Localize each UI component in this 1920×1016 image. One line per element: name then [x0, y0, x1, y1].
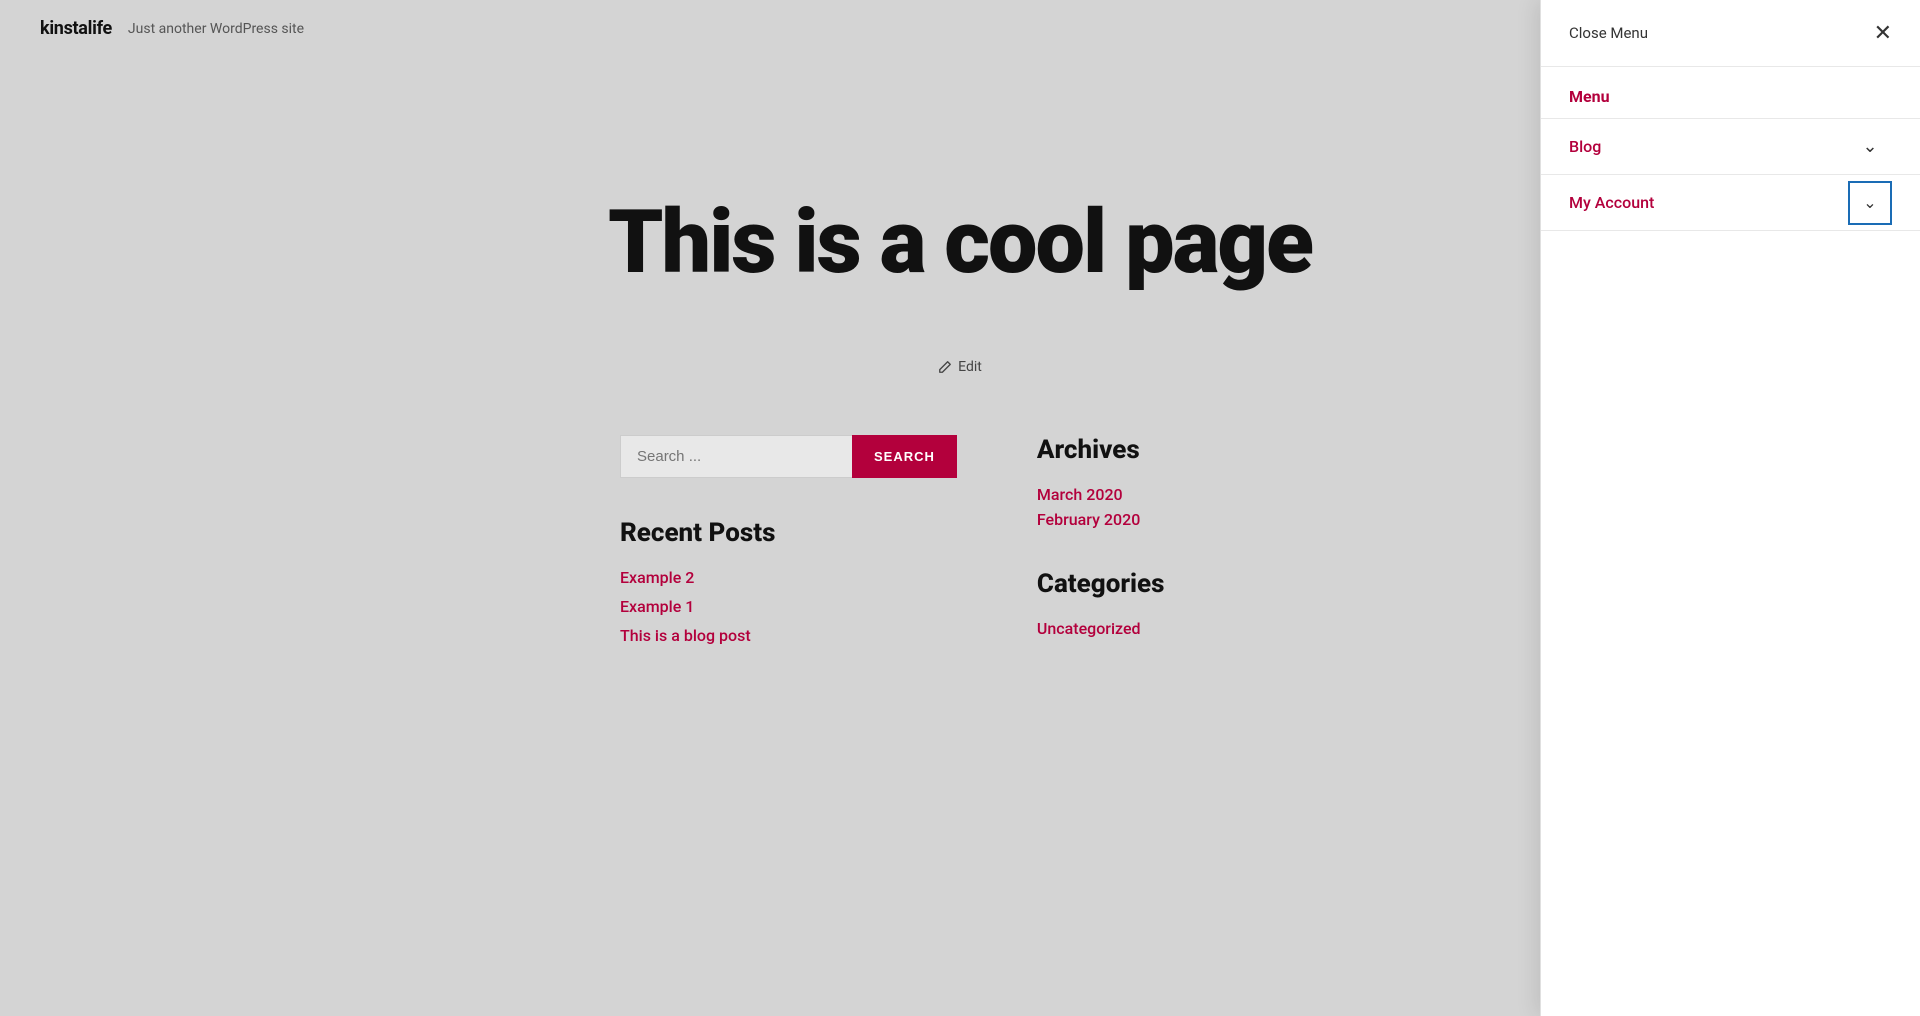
recent-post-link-2[interactable]: This is a blog post	[620, 626, 751, 645]
page-title-section: This is a cool page	[400, 137, 1520, 329]
category-link-0[interactable]: Uncategorized	[1037, 619, 1141, 638]
page-title: This is a cool page	[420, 197, 1500, 289]
edit-icon	[938, 360, 952, 374]
close-menu-label: Close Menu	[1569, 24, 1648, 42]
edit-link[interactable]: Edit	[400, 359, 1520, 375]
recent-post-link-0[interactable]: Example 2	[620, 568, 694, 587]
recent-posts-widget: Recent Posts Example 2 Example 1 This is…	[620, 518, 957, 645]
archives-list: March 2020 February 2020	[1037, 485, 1300, 529]
side-panel-blog-link[interactable]: Blog	[1569, 137, 1601, 156]
list-item: March 2020	[1037, 485, 1300, 504]
side-panel-header: Close Menu ✕	[1541, 0, 1920, 67]
search-input[interactable]	[620, 435, 852, 478]
archive-link-1[interactable]: February 2020	[1037, 510, 1140, 529]
list-item: February 2020	[1037, 510, 1300, 529]
archive-link-0[interactable]: March 2020	[1037, 485, 1123, 504]
recent-posts-title: Recent Posts	[620, 518, 957, 548]
list-item: This is a blog post	[620, 626, 957, 645]
archives-title: Archives	[1037, 435, 1300, 465]
side-panel: Close Menu ✕ Menu Blog ⌄ My Account ⌄	[1540, 0, 1920, 1016]
list-item: Uncategorized	[1037, 619, 1300, 638]
widgets-area: SEARCH Recent Posts Example 2 Example 1 …	[400, 435, 1520, 645]
blog-chevron-button[interactable]: ⌄	[1848, 125, 1892, 169]
recent-post-link-1[interactable]: Example 1	[620, 597, 694, 616]
list-item: Example 1	[620, 597, 957, 616]
recent-posts-list: Example 2 Example 1 This is a blog post	[620, 568, 957, 645]
categories-list: Uncategorized	[1037, 619, 1300, 638]
site-tagline: Just another WordPress site	[128, 21, 304, 37]
search-form: SEARCH	[620, 435, 957, 478]
archives-widget: Archives March 2020 February 2020	[1037, 435, 1300, 529]
main-content: This is a cool page Edit SEARCH Recent P…	[400, 57, 1520, 685]
side-panel-myaccount-link[interactable]: My Account	[1569, 193, 1654, 212]
categories-widget: Categories Uncategorized	[1037, 569, 1300, 638]
list-item: Example 2	[620, 568, 957, 587]
side-panel-blog-item: Blog ⌄	[1541, 119, 1920, 175]
myaccount-chevron-button[interactable]: ⌄	[1848, 181, 1892, 225]
widget-right: Archives March 2020 February 2020 Catego…	[1037, 435, 1300, 645]
side-panel-myaccount-item: My Account ⌄	[1541, 175, 1920, 231]
search-button[interactable]: SEARCH	[852, 435, 957, 478]
header-left: kinstalife Just another WordPress site	[40, 18, 304, 39]
close-menu-button[interactable]: ✕	[1874, 22, 1892, 44]
categories-title: Categories	[1037, 569, 1300, 599]
edit-label: Edit	[958, 359, 982, 375]
side-panel-menu-heading: Menu	[1541, 67, 1920, 119]
widget-left: SEARCH Recent Posts Example 2 Example 1 …	[620, 435, 957, 645]
site-title: kinstalife	[40, 18, 112, 39]
